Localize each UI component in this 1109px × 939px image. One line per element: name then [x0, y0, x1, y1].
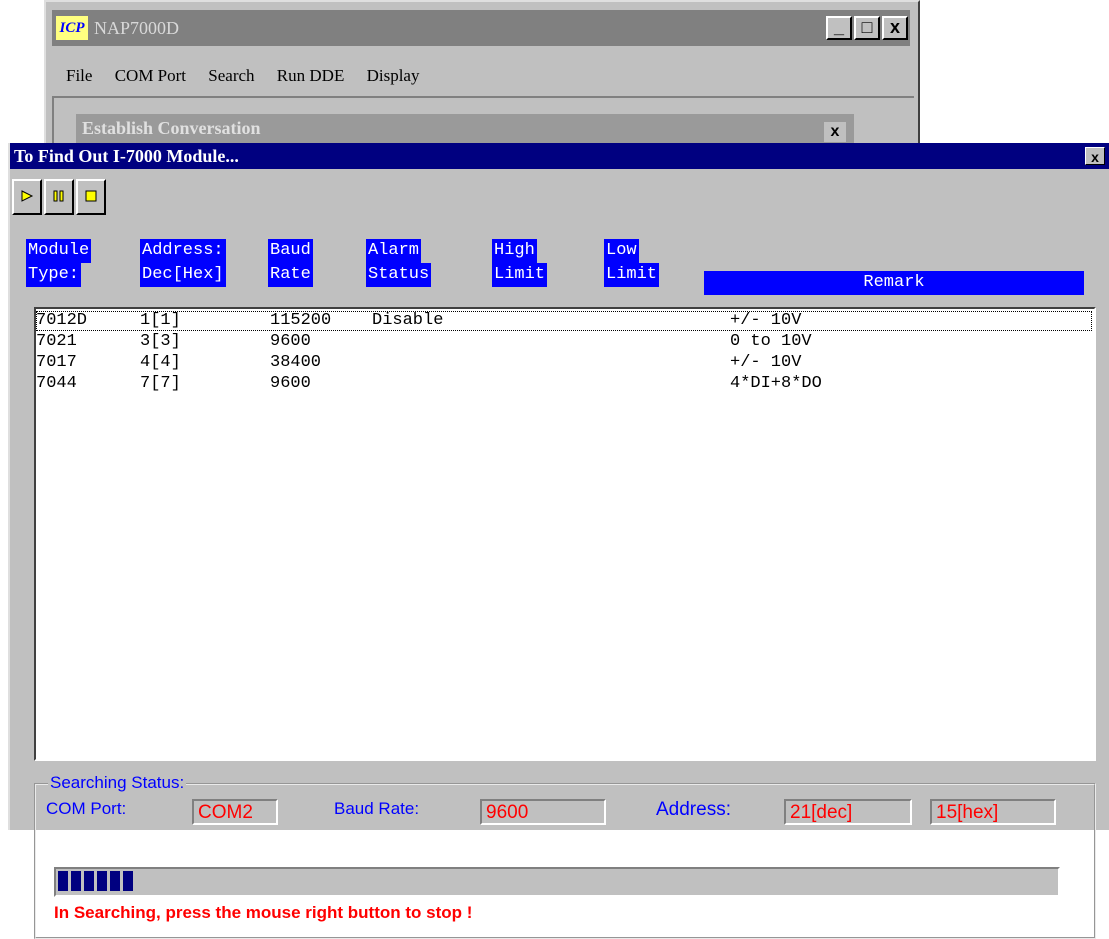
cell-baud: 9600 [270, 332, 311, 351]
status-message: In Searching, press the mouse right butt… [54, 903, 473, 922]
header-address-line1: Address: [140, 239, 226, 263]
search-progress-bar [54, 867, 1060, 897]
cell-baud: 38400 [270, 353, 322, 372]
searching-status-group: Searching Status: COM Port: COM2 Baud Ra… [34, 773, 1096, 939]
minimize-button[interactable]: _ [826, 16, 852, 40]
address-dec-value: 21[dec] [784, 799, 912, 825]
cell-address: 3[3] [140, 332, 181, 351]
header-address-line2: Dec[Hex] [140, 263, 226, 287]
cell-address: 1[1] [140, 311, 181, 330]
progress-block [97, 871, 107, 891]
pause-button[interactable] [44, 179, 74, 215]
header-baud-line1: Baud [268, 239, 313, 263]
list-item[interactable]: 7021 3[3] 9600 0 to 10V [36, 332, 1092, 352]
header-module-line1: Module [26, 239, 92, 263]
module-list[interactable]: 7012D 1[1] 115200 Disable +/- 10V 7021 3… [34, 307, 1096, 761]
header-alarm-line1: Alarm [366, 239, 422, 263]
cell-address: 4[4] [140, 353, 181, 372]
cell-address: 7[7] [140, 374, 181, 393]
cell-remark: 0 to 10V [730, 332, 812, 351]
menu-display[interactable]: Display [367, 66, 420, 85]
dialog-title: To Find Out I-7000 Module... [14, 146, 239, 166]
address-hex-value: 15[hex] [930, 799, 1056, 825]
header-module-line2: Type: [26, 263, 82, 287]
pause-icon [53, 190, 64, 202]
list-item[interactable]: 7012D 1[1] 115200 Disable +/- 10V [36, 311, 1092, 331]
address-label: Address: [656, 799, 731, 820]
nap7000d-title: NAP7000D [94, 18, 180, 38]
progress-block [110, 871, 120, 891]
cell-baud: 115200 [270, 311, 332, 330]
find-module-dialog: To Find Out I-7000 Module... x Module Ty… [8, 143, 1109, 939]
menu-search[interactable]: Search [208, 66, 254, 85]
stop-icon [85, 190, 97, 202]
menu-file[interactable]: File [66, 66, 92, 85]
com-port-value: COM2 [192, 799, 278, 825]
icp-app-icon: ICP [56, 16, 88, 40]
dialog-close-button[interactable]: x [1085, 147, 1105, 165]
header-low-line1: Low [604, 239, 639, 263]
cell-baud: 9600 [270, 374, 311, 393]
cell-type: 7021 [36, 332, 77, 351]
list-item[interactable]: 7017 4[4] 38400 +/- 10V [36, 353, 1092, 373]
searching-status-label: Searching Status: [48, 773, 187, 793]
baud-rate-label: Baud Rate: [334, 799, 420, 818]
header-high-line1: High [492, 239, 537, 263]
list-item[interactable]: 7044 7[7] 9600 4*DI+8*DO [36, 374, 1092, 394]
progress-block [84, 871, 94, 891]
stop-button[interactable] [76, 179, 106, 215]
establish-conversation-window: Establish Conversation x [76, 114, 854, 144]
progress-fill [58, 871, 133, 891]
play-icon [21, 190, 34, 202]
establish-close-button[interactable]: x [824, 122, 846, 142]
cell-type: 7044 [36, 374, 77, 393]
progress-block [123, 871, 133, 891]
header-remark: Remark [704, 271, 1084, 295]
progress-block [71, 871, 81, 891]
cell-remark: 4*DI+8*DO [730, 374, 822, 393]
baud-rate-value: 9600 [480, 799, 606, 825]
cell-remark: +/- 10V [730, 311, 802, 330]
com-port-label: COM Port: [46, 799, 127, 818]
maximize-button[interactable]: □ [854, 16, 880, 40]
menu-run-dde[interactable]: Run DDE [277, 66, 345, 85]
close-button[interactable]: x [882, 16, 908, 40]
menu-bar: File COM Port Search Run DDE Display [66, 66, 437, 86]
establish-conversation-title: Establish Conversation [82, 118, 261, 138]
cell-remark: +/- 10V [730, 353, 802, 372]
progress-block [58, 871, 68, 891]
header-baud-line2: Rate [268, 263, 313, 287]
menu-com-port[interactable]: COM Port [115, 66, 186, 85]
dialog-title-bar: To Find Out I-7000 Module... x [10, 143, 1109, 169]
header-alarm-line2: Status [366, 263, 432, 287]
header-low-line2: Limit [604, 263, 660, 287]
cell-alarm: Disable [372, 311, 444, 330]
cell-type: 7012D [36, 311, 88, 330]
start-button[interactable] [12, 179, 42, 215]
nap7000d-title-bar: ICP NAP7000D _ □ x [52, 10, 910, 46]
header-high-line2: Limit [492, 263, 548, 287]
cell-type: 7017 [36, 353, 77, 372]
